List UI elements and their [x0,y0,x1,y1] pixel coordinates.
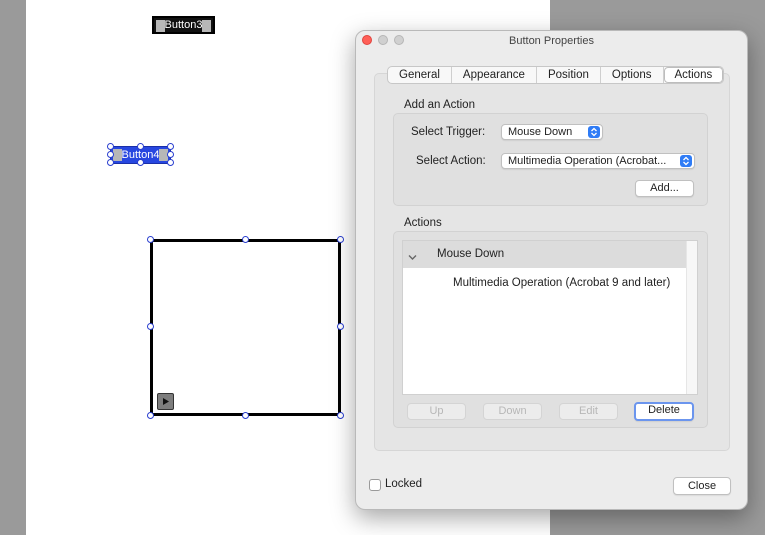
close-button[interactable]: Close [673,477,731,495]
locked-checkbox[interactable] [369,479,381,491]
button-properties-dialog: Button Properties General Appearance Pos… [355,30,748,510]
resize-handle[interactable] [167,151,174,158]
add-action-heading: Add an Action [404,99,475,111]
resize-handle[interactable] [147,412,154,419]
move-up-button[interactable]: Up [407,403,466,420]
tab-general[interactable]: General [388,67,452,83]
window-controls [362,35,404,45]
resize-handle[interactable] [242,412,249,419]
select-trigger-label: Select Trigger: [411,126,486,138]
select-action-label: Select Action: [416,155,486,167]
resize-handle[interactable] [107,151,114,158]
action-select[interactable]: Multimedia Operation (Acrobat... [501,153,695,169]
chevron-updown-icon [588,126,600,138]
tab-options[interactable]: Options [601,67,664,83]
resize-handle[interactable] [242,236,249,243]
minimize-window-icon[interactable] [378,35,388,45]
dialog-title: Button Properties [509,35,594,47]
actions-scrollbar[interactable] [686,241,697,394]
trigger-group-row[interactable]: Mouse Down [403,241,687,268]
action-item[interactable]: Multimedia Operation (Acrobat 9 and late… [453,277,670,289]
trigger-group-label: Mouse Down [437,248,505,260]
tab-position[interactable]: Position [537,67,601,83]
locked-label: Locked [385,478,423,490]
delete-action-button[interactable]: Delete [634,402,694,421]
tab-bar: General Appearance Position Options Acti… [387,66,725,84]
resize-handle[interactable] [337,412,344,419]
resize-handle[interactable] [107,143,114,150]
field-right-marker [202,20,211,32]
resize-handle[interactable] [167,143,174,150]
form-field-button3-label: Button3 [164,19,203,31]
tab-actions[interactable]: Actions [663,67,724,83]
close-window-icon[interactable] [362,35,372,45]
tab-appearance[interactable]: Appearance [452,67,537,83]
actions-tree: Mouse Down Multimedia Operation (Acrobat… [402,240,698,395]
zoom-window-icon[interactable] [394,35,404,45]
resize-handle[interactable] [147,236,154,243]
action-select-value: Multimedia Operation (Acrobat... [508,155,667,167]
field-left-marker [113,149,122,161]
resize-handle[interactable] [337,323,344,330]
resize-handle[interactable] [137,143,144,150]
trigger-select[interactable]: Mouse Down [501,124,603,140]
actions-heading: Actions [404,217,442,229]
play-icon[interactable] [157,393,174,410]
edit-action-button[interactable]: Edit [559,403,618,420]
trigger-select-value: Mouse Down [508,126,573,138]
resize-handle[interactable] [167,159,174,166]
add-action-button[interactable]: Add... [635,180,694,197]
resize-handle[interactable] [147,323,154,330]
resize-handle[interactable] [137,159,144,166]
chevron-updown-icon [680,155,692,167]
resize-handle[interactable] [107,159,114,166]
field-left-marker [156,20,165,32]
form-field-button3[interactable]: Button3 [152,16,215,34]
move-down-button[interactable]: Down [483,403,542,420]
chevron-down-icon[interactable] [408,250,417,264]
title-bar[interactable]: Button Properties [356,31,747,51]
media-field-frame[interactable] [150,239,341,416]
resize-handle[interactable] [337,236,344,243]
